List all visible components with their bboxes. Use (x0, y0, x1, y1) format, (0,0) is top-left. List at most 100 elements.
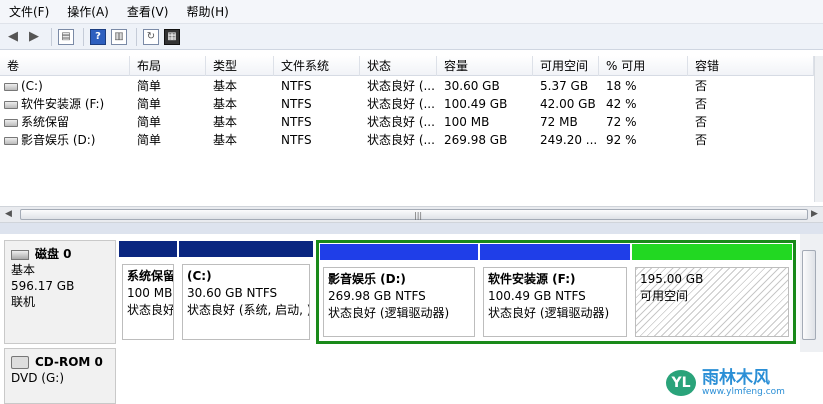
table-cell: 简单 (130, 95, 206, 113)
table-cell: NTFS (274, 113, 360, 131)
table-row[interactable]: 影音娱乐 (D:) 简单 基本 NTFS 状态良好 (... 269.98 GB 249.2… (0, 131, 814, 149)
table-cell: 状态良好 (... (360, 113, 437, 131)
table-cell: NTFS (274, 95, 360, 113)
scroll-thumb[interactable] (802, 250, 816, 340)
cell-text: NTFS (281, 79, 312, 93)
cell-text: 状态良好 (... (367, 115, 435, 129)
table-cell: 30.60 GB (437, 77, 533, 95)
disk-0-info[interactable]: 磁盘 0 基本 596.17 GB 联机 (4, 240, 116, 344)
back-icon[interactable]: ◀ (4, 28, 22, 46)
menu-view[interactable]: 查看(V) (118, 0, 178, 24)
table-cell: 简单 (130, 113, 206, 131)
partition-bar (118, 240, 178, 258)
cell-text: 简单 (137, 133, 162, 147)
col-fault-tolerance[interactable]: 容错 (688, 56, 814, 76)
partition-size: 100.49 GB NTFS (488, 289, 586, 303)
disk-vertical-scrollbar[interactable] (800, 234, 823, 352)
table-cell: 42 % (599, 95, 688, 113)
table-cell: 72 % (599, 113, 688, 131)
menu-bar: 文件(F) 操作(A) 查看(V) 帮助(H) (0, 0, 823, 24)
cell-text: 否 (695, 133, 708, 147)
disk-name: 磁盘 0 (35, 247, 72, 261)
partition-d[interactable]: 影音娱乐 (D:) 269.98 GB NTFS 状态良好 (逻辑驱动器) (319, 243, 479, 341)
table-cell: 92 % (599, 131, 688, 149)
col-free-space[interactable]: 可用空间 (533, 56, 599, 76)
cdrom-name: CD-ROM 0 (35, 355, 103, 369)
table-row[interactable]: (C:) 简单 基本 NTFS 状态良好 (... 30.60 GB 5.37 GB 18 %… (0, 77, 814, 95)
menu-file[interactable]: 文件(F) (0, 0, 58, 24)
volume-icon (4, 118, 18, 127)
table-cell: 系统保留 (0, 113, 130, 131)
partition-status: 可用空间 (640, 289, 689, 303)
partition-title: 软件安装源 (F:) (488, 272, 576, 286)
cell-text: (C:) (21, 79, 43, 93)
grip-icon: ||| (414, 211, 423, 220)
partition-free-space[interactable]: 195.00 GB 可用空间 (631, 243, 793, 341)
partition-f[interactable]: 软件安装源 (F:) 100.49 GB NTFS 状态良好 (逻辑驱动器) (479, 243, 631, 341)
col-status[interactable]: 状态 (360, 56, 437, 76)
forward-icon[interactable]: ▶ (25, 28, 43, 46)
table-cell: NTFS (274, 131, 360, 149)
volume-icon (4, 100, 18, 109)
partition-bar (319, 243, 479, 261)
table-row[interactable]: 系统保留 简单 基本 NTFS 状态良好 (... 100 MB 72 MB 72 % 否 (0, 113, 814, 131)
disk-status: 联机 (11, 295, 36, 309)
table-cell: 基本 (206, 131, 274, 149)
table-cell: 42.00 GB (533, 95, 599, 113)
col-filesystem[interactable]: 文件系统 (274, 56, 360, 76)
cell-text: 系统保留 (21, 115, 70, 129)
refresh-icon[interactable]: ↻ (142, 28, 160, 46)
menu-help[interactable]: 帮助(H) (177, 0, 237, 24)
partition-c[interactable]: (C:) 30.60 GB NTFS 状态良好 (系统, 启动, ) (178, 240, 314, 344)
cdrom-0-info[interactable]: CD-ROM 0 DVD (G:) (4, 348, 116, 404)
cell-text: 18 % (606, 79, 637, 93)
volume-icon (4, 82, 18, 91)
help-icon[interactable]: ? (89, 28, 107, 46)
partition-body: 影音娱乐 (D:) 269.98 GB NTFS 状态良好 (逻辑驱动器) (323, 267, 475, 337)
cell-text: 42 % (606, 97, 637, 111)
cell-text: 基本 (213, 133, 238, 147)
table-cell: 否 (688, 113, 814, 131)
properties-icon[interactable]: ▦ (163, 28, 181, 46)
col-layout[interactable]: 布局 (130, 56, 206, 76)
partition-title: (C:) (187, 269, 212, 283)
table-row[interactable]: 软件安装源 (F:) 简单 基本 NTFS 状态良好 (... 100.49 GB 42.0… (0, 95, 814, 113)
col-capacity[interactable]: 容量 (437, 56, 533, 76)
volume-list: 卷 布局 类型 文件系统 状态 容量 可用空间 % 可用 容错 (C:) 简单 基本… (0, 56, 814, 206)
watermark-text: 雨林木风 (702, 368, 770, 388)
toolbar-divider (51, 27, 52, 46)
cell-text: 72 % (606, 115, 637, 129)
menu-action[interactable]: 操作(A) (58, 0, 118, 24)
col-percent-free[interactable]: % 可用 (599, 56, 688, 76)
console-tree-icon[interactable]: ▤ (57, 28, 75, 46)
partition-status: 状态良好 (127, 303, 174, 317)
list-horizontal-scrollbar[interactable]: ◀ ||| ▶ (0, 206, 823, 223)
cell-text: 软件安装源 (F:) (21, 97, 105, 111)
partition-title: 系统保留 (127, 269, 174, 283)
col-volume[interactable]: 卷 (0, 56, 130, 76)
scroll-thumb[interactable]: ||| (20, 209, 808, 220)
cdrom-drive: DVD (G:) (11, 371, 64, 385)
cell-text: NTFS (281, 133, 312, 147)
cell-text: 状态良好 (... (367, 79, 435, 93)
partition-system-reserved[interactable]: 系统保留 100 MB 状态良好 (118, 240, 178, 344)
partition-bar (479, 243, 631, 261)
table-cell: 软件安装源 (F:) (0, 95, 130, 113)
cell-text: NTFS (281, 97, 312, 111)
list-vertical-scrollbar[interactable] (814, 56, 823, 202)
cell-text: 5.37 GB (540, 79, 589, 93)
table-cell: 基本 (206, 77, 274, 95)
pane-splitter[interactable] (0, 223, 823, 234)
scroll-right-icon[interactable]: ▶ (811, 209, 818, 219)
partition-status: 状态良好 (逻辑驱动器) (328, 306, 450, 320)
col-type[interactable]: 类型 (206, 56, 274, 76)
scroll-left-icon[interactable]: ◀ (5, 209, 12, 219)
cell-text: 72 MB (540, 115, 578, 129)
watermark-logo: YL (666, 370, 696, 396)
table-cell: (C:) (0, 77, 130, 95)
disk-type: 基本 (11, 263, 36, 277)
partition-bar (631, 243, 793, 261)
show-pane-icon[interactable]: ▥ (110, 28, 128, 46)
table-cell: 否 (688, 95, 814, 113)
partition-bar (178, 240, 314, 258)
